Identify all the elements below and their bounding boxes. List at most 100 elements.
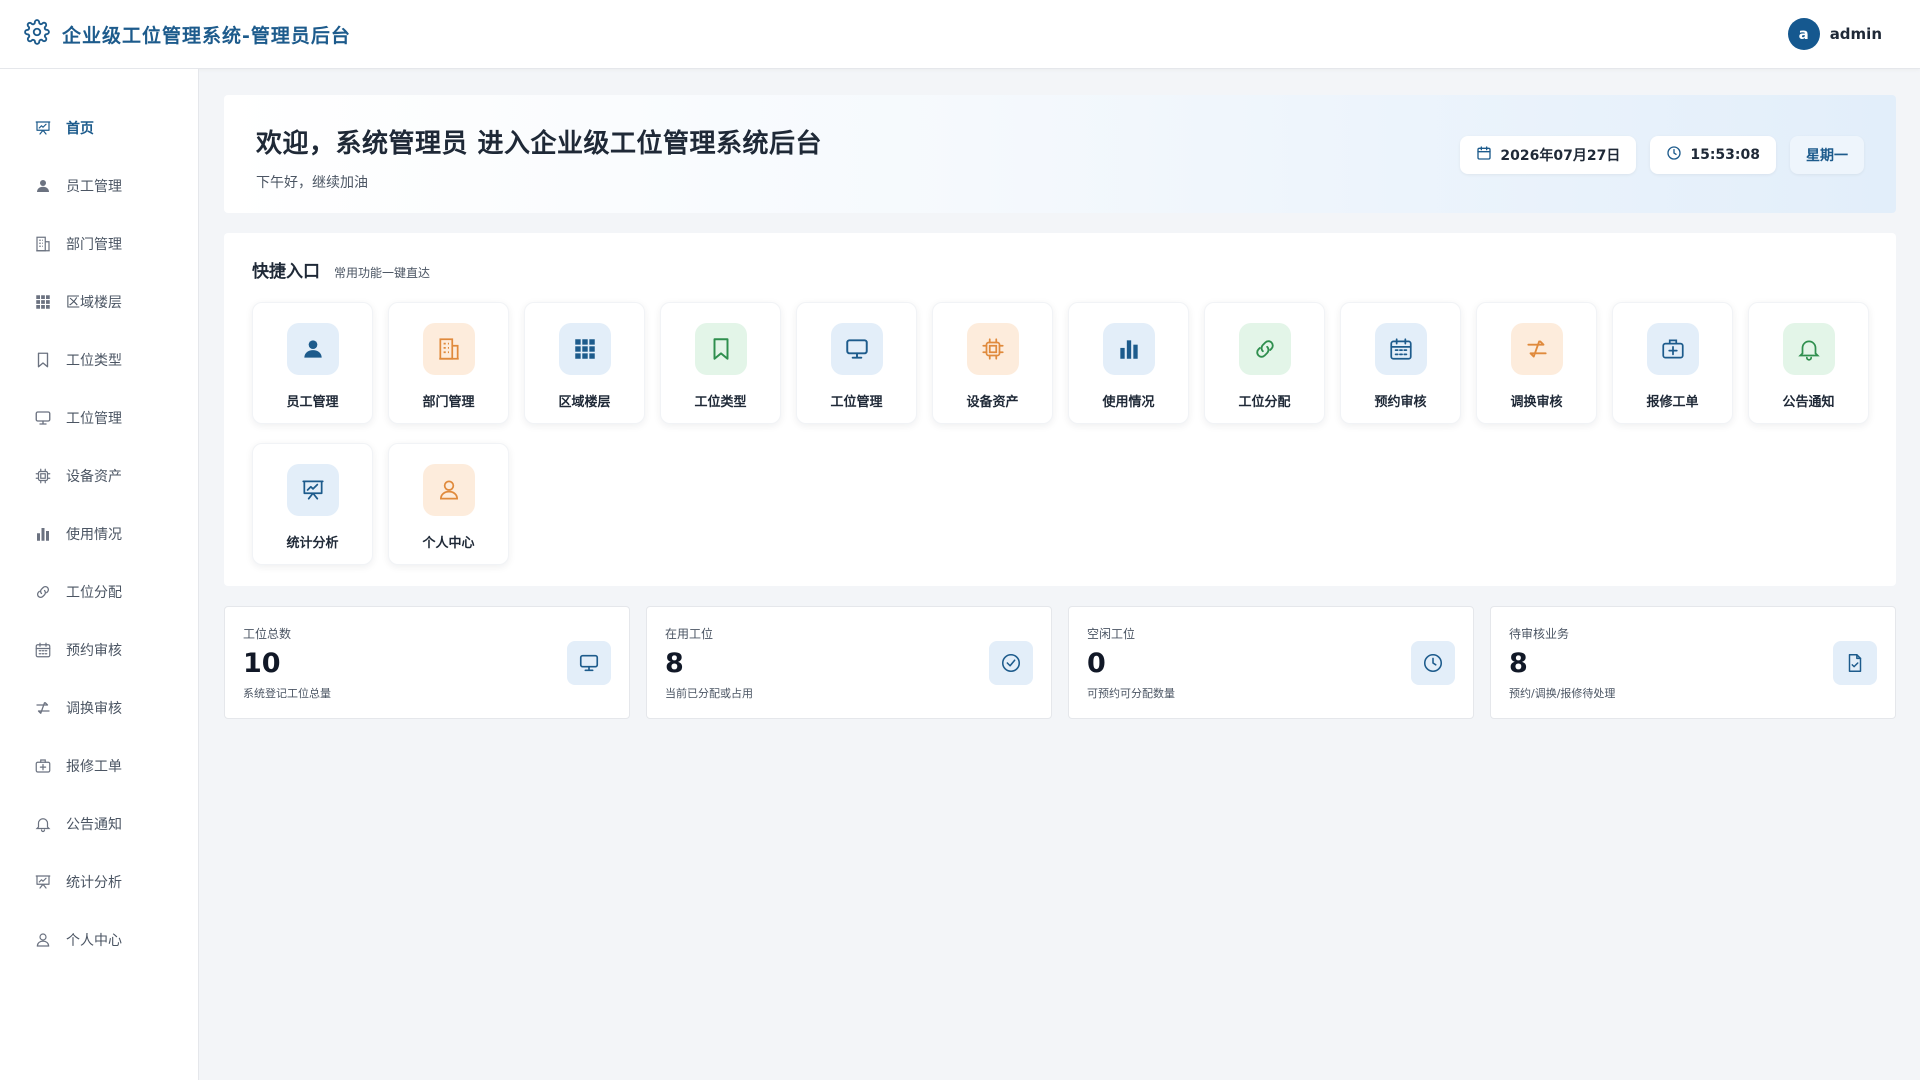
sidebar-item[interactable]: 公告通知 [0,795,198,853]
monitor-icon [830,323,883,375]
check-circle-icon [989,641,1033,685]
quick-entry-label: 调换审核 [1510,395,1563,410]
user-icon [34,177,52,195]
quick-entry-card[interactable]: 调换审核 [1476,302,1597,424]
sidebar-item-label: 工位分配 [66,585,122,601]
quick-entry-card[interactable]: 使用情况 [1068,302,1189,424]
quick-entry-label: 公告通知 [1782,395,1835,410]
sidebar-item-label: 工位类型 [66,353,122,369]
calendar-icon [1476,145,1492,165]
user-menu[interactable]: a admin [1787,18,1882,50]
quick-entry-title: 快捷入口 [252,262,320,282]
presentation-chart-icon [34,873,52,891]
stat-card: 待审核业务 8 预约/调换/报修待处理 [1490,606,1896,719]
link-icon [34,583,52,601]
sidebar-item[interactable]: 预约审核 [0,621,198,679]
chip-icon [966,323,1019,375]
avatar[interactable]: a [1787,18,1820,50]
stat-label: 在用工位 [665,627,714,641]
sidebar-item[interactable]: 工位分配 [0,563,198,621]
quick-entry-card[interactable]: 区域楼层 [524,302,645,424]
clock-icon [1666,145,1682,165]
medkit-icon [34,757,52,775]
stat-description: 可预约可分配数量 [1087,687,1175,700]
brand[interactable]: 企业级工位管理系统-管理员后台 [24,19,351,49]
quick-entry-card[interactable]: 公告通知 [1748,302,1869,424]
welcome-subtitle: 下午好，继续加油 [256,175,368,191]
time-text: 15:53:08 [1690,147,1760,163]
presentation-chart-icon [34,119,52,137]
top-header: 企业级工位管理系统-管理员后台 a admin [0,0,1920,69]
quick-entry-card[interactable]: 个人中心 [388,443,509,565]
grid-icon [34,293,52,311]
sidebar-item-label: 调换审核 [66,701,122,717]
building-icon [34,235,52,253]
bar-chart-icon [34,525,52,543]
gear-icon [24,19,50,49]
quick-entry-label: 统计分析 [286,536,339,551]
time-pill: 15:53:08 [1650,136,1776,174]
quick-entry-card[interactable]: 工位类型 [660,302,781,424]
sidebar-item-label: 区域楼层 [66,295,122,311]
stat-card: 在用工位 8 当前已分配或占用 [646,606,1052,719]
quick-entry-card[interactable]: 统计分析 [252,443,373,565]
stat-value: 10 [243,648,281,679]
quick-entry-card[interactable]: 预约审核 [1340,302,1461,424]
stat-label: 待审核业务 [1509,627,1570,641]
sidebar-item[interactable]: 工位类型 [0,331,198,389]
username[interactable]: admin [1830,25,1882,43]
user-outline-icon [34,931,52,949]
quick-entry-card[interactable]: 设备资产 [932,302,1053,424]
stat-description: 当前已分配或占用 [665,687,753,700]
stat-label: 空闲工位 [1087,627,1136,641]
quick-entry-card[interactable]: 员工管理 [252,302,373,424]
monitor-icon [34,409,52,427]
building-icon [422,323,475,375]
stat-label: 工位总数 [243,627,292,641]
quick-entry-label: 设备资产 [966,395,1019,410]
quick-entry-card[interactable]: 工位分配 [1204,302,1325,424]
quick-entry-label: 预约审核 [1374,395,1427,410]
sidebar-item-label: 个人中心 [66,933,122,949]
sidebar-item-label: 预约审核 [66,643,122,659]
date-text: 2026年07月27日 [1500,148,1621,164]
link-icon [1238,323,1291,375]
quick-entry-label: 员工管理 [286,395,339,410]
date-pill: 2026年07月27日 [1460,136,1637,174]
grid-icon [558,323,611,375]
swap-icon [34,699,52,717]
quick-entry-label: 工位管理 [830,395,883,410]
quick-entry-card[interactable]: 报修工单 [1612,302,1733,424]
sidebar: 首页 员工管理 部门管理 区域楼层 工位类型 工位管理 设备资产 使用情况 工位… [0,69,199,1080]
sidebar-item[interactable]: 部门管理 [0,215,198,273]
presentation-chart-icon [286,464,339,516]
sidebar-item[interactable]: 调换审核 [0,679,198,737]
quick-entry-card[interactable]: 部门管理 [388,302,509,424]
sidebar-item[interactable]: 设备资产 [0,447,198,505]
calendar-icon [34,641,52,659]
sidebar-item[interactable]: 工位管理 [0,389,198,447]
clock-icon [1411,641,1455,685]
sidebar-item[interactable]: 员工管理 [0,157,198,215]
sidebar-item-label: 报修工单 [66,759,122,775]
sidebar-item[interactable]: 统计分析 [0,853,198,911]
sidebar-item-label: 首页 [66,121,94,137]
sidebar-item[interactable]: 区域楼层 [0,273,198,331]
quick-entry-label: 工位分配 [1238,395,1291,410]
sidebar-item[interactable]: 个人中心 [0,911,198,969]
weekday-pill: 星期一 [1790,136,1864,174]
stat-value: 0 [1087,648,1106,679]
sidebar-item[interactable]: 使用情况 [0,505,198,563]
welcome-banner: 欢迎，系统管理员 进入企业级工位管理系统后台 下午好，继续加油 2026年07月… [224,95,1896,213]
sidebar-item-label: 员工管理 [66,179,122,195]
quick-entry-label: 工位类型 [694,395,747,410]
monitor-icon [567,641,611,685]
stat-description: 预约/调换/报修待处理 [1509,687,1616,700]
sidebar-item[interactable]: 首页 [0,99,198,157]
quick-entry-grid: 员工管理 部门管理 区域楼层 工位类型 工位管理 设备资产 使用情况 工位分配 … [252,302,1869,565]
app-title: 企业级工位管理系统-管理员后台 [62,24,351,47]
stat-card: 工位总数 10 系统登记工位总量 [224,606,630,719]
quick-entry-card[interactable]: 工位管理 [796,302,917,424]
quick-entry-subtitle: 常用功能一键直达 [334,266,431,280]
sidebar-item[interactable]: 报修工单 [0,737,198,795]
